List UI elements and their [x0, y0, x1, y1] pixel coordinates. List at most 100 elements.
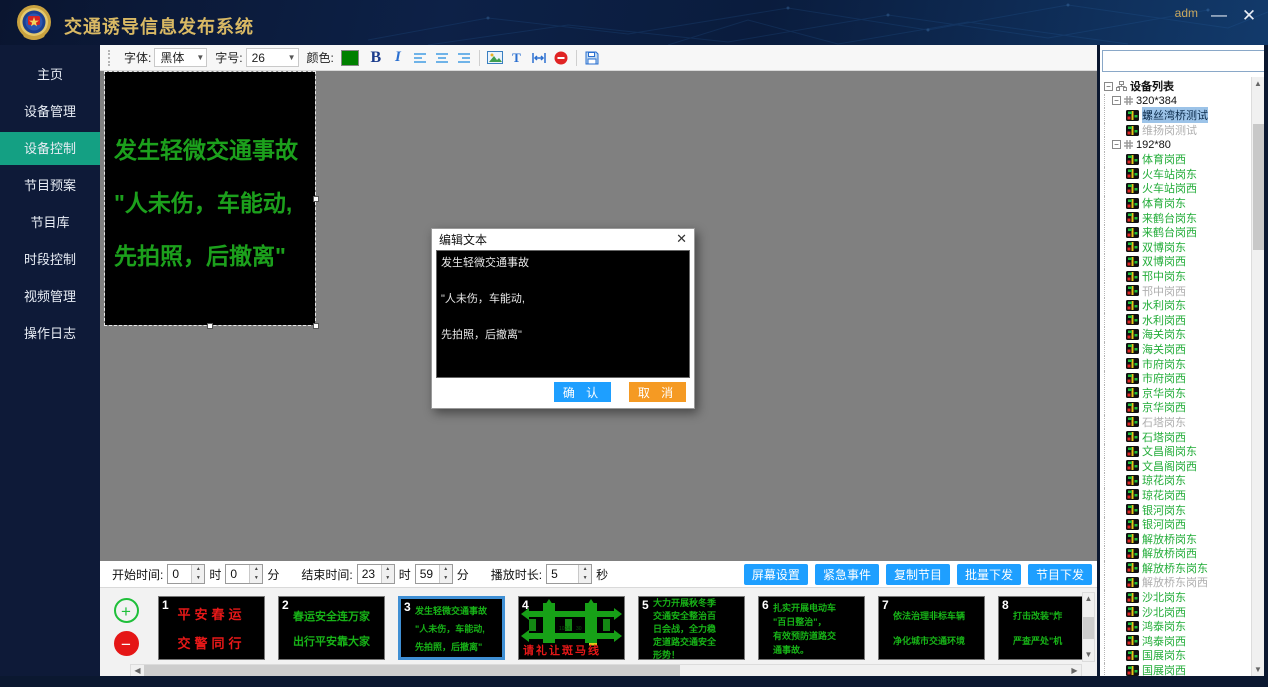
- device-node[interactable]: 鸿泰岗东: [1104, 619, 1250, 634]
- scroll-up-icon[interactable]: ▲: [1083, 593, 1094, 605]
- tree-group-192x80[interactable]: −192*80: [1104, 137, 1250, 152]
- device-node[interactable]: 鸿泰岗西: [1104, 634, 1250, 649]
- device-node[interactable]: 文昌阁岗东: [1104, 444, 1250, 459]
- playlist-vertical-scrollbar[interactable]: ▲ ▼: [1082, 592, 1095, 662]
- copy-program-button[interactable]: 复制节目: [886, 564, 950, 585]
- stepper-arrows[interactable]: ▲▼: [439, 565, 452, 583]
- device-node[interactable]: 双博岗东: [1104, 240, 1250, 255]
- device-node[interactable]: 解放桥岗东: [1104, 531, 1250, 546]
- italic-button[interactable]: I: [387, 48, 409, 68]
- start-hour-stepper[interactable]: 0 ▲▼: [167, 564, 205, 584]
- scrollbar-thumb[interactable]: [144, 665, 680, 676]
- remove-program-button[interactable]: −: [114, 631, 139, 656]
- device-node[interactable]: 银河岗东: [1104, 502, 1250, 517]
- device-node[interactable]: 市府岗西: [1104, 371, 1250, 386]
- duration-stepper[interactable]: 5 ▲▼: [546, 564, 592, 584]
- playlist-thumbnail-6[interactable]: 6扎实开展电动车"百日整治"，有效预防道路交通事故。: [758, 596, 865, 660]
- confirm-button[interactable]: 确 认: [554, 382, 611, 402]
- device-node[interactable]: 海关岗东: [1104, 327, 1250, 342]
- sidebar-item-period-control[interactable]: 时段控制: [0, 243, 100, 276]
- device-node[interactable]: 维扬岗测试: [1104, 123, 1250, 138]
- font-select[interactable]: 黑体 ▼: [154, 48, 207, 67]
- playlist-thumbnail-5[interactable]: 5大力开展秋冬季交通安全整治百日会战，全力稳定道路交通安全形势！: [638, 596, 745, 660]
- device-node[interactable]: 水利岗西: [1104, 313, 1250, 328]
- end-minute-stepper[interactable]: 59 ▲▼: [415, 564, 453, 584]
- device-node[interactable]: 解放桥东岗西: [1104, 575, 1250, 590]
- scroll-up-icon[interactable]: ▲: [1252, 77, 1264, 90]
- sidebar-item-device-management[interactable]: 设备管理: [0, 95, 100, 128]
- scroll-down-icon[interactable]: ▼: [1083, 649, 1094, 661]
- device-node[interactable]: 琼花岗西: [1104, 488, 1250, 503]
- insert-text-button[interactable]: T: [506, 48, 528, 68]
- scroll-right-icon[interactable]: ▶: [1068, 665, 1081, 676]
- playlist-thumbnail-3[interactable]: 3发生轻微交通事故"人未伤，车能动,先拍照，后撤离": [398, 596, 505, 660]
- device-node[interactable]: 国展岗东: [1104, 648, 1250, 663]
- sidebar-item-program-plan[interactable]: 节目预案: [0, 169, 100, 202]
- device-node[interactable]: 来鹤台岗东: [1104, 210, 1250, 225]
- font-size-select[interactable]: 26 ▼: [246, 48, 299, 67]
- scroll-down-icon[interactable]: ▼: [1252, 663, 1264, 676]
- dialog-close-icon[interactable]: ✕: [676, 231, 687, 247]
- dialog-title-bar[interactable]: 编辑文本 ✕: [432, 229, 694, 249]
- editor-canvas[interactable]: 发生轻微交通事故"人未伤，车能动,先拍照，后撤离" 编辑文本 ✕ 发生轻微交通事…: [100, 71, 1097, 561]
- minimize-button[interactable]: —: [1206, 4, 1232, 28]
- playlist-thumbnail-8[interactable]: 8打击改装"炸严查严处"机: [998, 596, 1082, 660]
- device-search-input[interactable]: [1102, 50, 1267, 72]
- device-node[interactable]: 市府岗东: [1104, 356, 1250, 371]
- cancel-button[interactable]: 取 消: [629, 382, 686, 402]
- device-node[interactable]: 体育岗西: [1104, 152, 1250, 167]
- spacing-button[interactable]: [528, 48, 550, 68]
- program-send-button[interactable]: 节目下发: [1028, 564, 1092, 585]
- resize-handle-corner[interactable]: [313, 323, 319, 329]
- device-node[interactable]: 文昌阁岗西: [1104, 458, 1250, 473]
- device-node[interactable]: 双博岗西: [1104, 254, 1250, 269]
- align-right-button[interactable]: [453, 48, 475, 68]
- sidebar-item-operation-log[interactable]: 操作日志: [0, 317, 100, 350]
- device-node[interactable]: 解放桥岗西: [1104, 546, 1250, 561]
- device-node[interactable]: 海关岗西: [1104, 342, 1250, 357]
- end-hour-stepper[interactable]: 23 ▲▼: [357, 564, 395, 584]
- device-node[interactable]: 来鹤台岗西: [1104, 225, 1250, 240]
- device-node[interactable]: 火车站岗东: [1104, 167, 1250, 182]
- device-node[interactable]: 京华岗西: [1104, 400, 1250, 415]
- sidebar-item-home[interactable]: 主页: [0, 58, 100, 91]
- sidebar-item-video-management[interactable]: 视频管理: [0, 280, 100, 313]
- led-preview[interactable]: 发生轻微交通事故"人未伤，车能动,先拍照，后撤离": [105, 72, 315, 325]
- device-node[interactable]: 邗中岗东: [1104, 269, 1250, 284]
- playlist-thumbnail-1[interactable]: 1平安春运交警同行: [158, 596, 265, 660]
- delete-element-button[interactable]: [550, 48, 572, 68]
- device-node[interactable]: 螺丝湾桥测试: [1104, 108, 1250, 123]
- color-swatch[interactable]: [341, 50, 359, 66]
- playlist-thumbnail-2[interactable]: 2春运安全连万家出行平安靠大家: [278, 596, 385, 660]
- device-node[interactable]: 国展岗西: [1104, 663, 1250, 676]
- device-node[interactable]: 银河岗西: [1104, 517, 1250, 532]
- sidebar-item-program-library[interactable]: 节目库: [0, 206, 100, 239]
- scrollbar-thumb[interactable]: [1083, 617, 1094, 639]
- device-node[interactable]: 水利岗东: [1104, 298, 1250, 313]
- stepper-arrows[interactable]: ▲▼: [381, 565, 394, 583]
- resize-handle-right[interactable]: [313, 196, 319, 202]
- start-minute-stepper[interactable]: 0 ▲▼: [225, 564, 263, 584]
- insert-image-button[interactable]: [484, 48, 506, 68]
- device-node[interactable]: 沙北岗东: [1104, 590, 1250, 605]
- align-center-button[interactable]: [431, 48, 453, 68]
- device-node[interactable]: 石塔岗东: [1104, 415, 1250, 430]
- save-button[interactable]: [581, 48, 603, 68]
- align-left-button[interactable]: [409, 48, 431, 68]
- emergency-event-button[interactable]: 紧急事件: [815, 564, 879, 585]
- batch-send-button[interactable]: 批量下发: [957, 564, 1021, 585]
- scroll-left-icon[interactable]: ◀: [131, 665, 144, 676]
- device-node[interactable]: 石塔岗西: [1104, 429, 1250, 444]
- device-node[interactable]: 体育岗东: [1104, 196, 1250, 211]
- collapse-expander[interactable]: −: [1104, 82, 1113, 91]
- device-node[interactable]: 火车站岗西: [1104, 181, 1250, 196]
- scrollbar-thumb[interactable]: [1253, 124, 1264, 250]
- playlist-thumbnail-4[interactable]: 4102430请礼让斑马线: [518, 596, 625, 660]
- device-node[interactable]: 邗中岗西: [1104, 283, 1250, 298]
- device-node[interactable]: 琼花岗东: [1104, 473, 1250, 488]
- add-program-button[interactable]: +: [114, 598, 139, 623]
- stepper-arrows[interactable]: ▲▼: [578, 565, 591, 583]
- device-tree-scrollbar[interactable]: ▲ ▼: [1251, 77, 1264, 676]
- bold-button[interactable]: B: [365, 48, 387, 68]
- tree-group-320x384[interactable]: −320*384: [1104, 94, 1250, 109]
